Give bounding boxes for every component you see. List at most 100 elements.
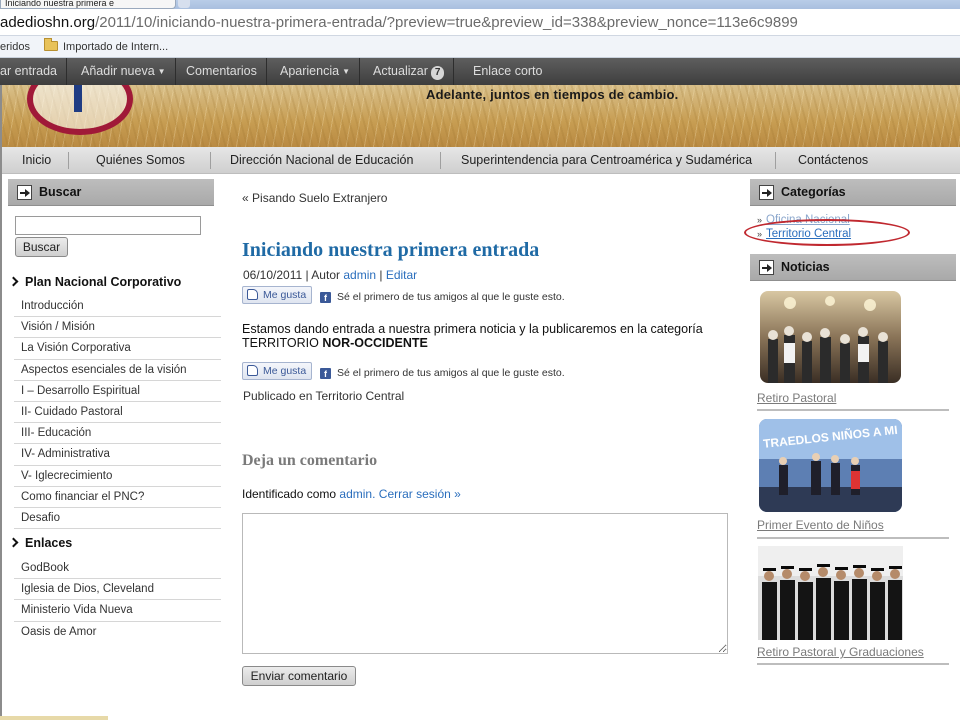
adminbar-anadir-nueva[interactable]: Añadir nueva ▼ <box>72 58 176 85</box>
browser-tab[interactable]: Iniciando nuestra primera e <box>0 0 176 9</box>
adminbar-item-label: Actualizar <box>373 64 428 78</box>
prev-post-nav: « Pisando Suelo Extranjero <box>242 191 387 205</box>
post-body-line-1: Estamos dando entrada a nuestra primera … <box>242 322 703 336</box>
plan-menu: Introducción Visión / Misión La Visión C… <box>14 296 221 530</box>
search-input[interactable] <box>15 216 201 235</box>
plan-item-vision-mision[interactable]: Visión / Misión <box>14 317 221 339</box>
comment-textarea[interactable] <box>242 513 728 654</box>
facebook-icon: f <box>320 292 331 303</box>
like-button-bottom[interactable]: Me gusta <box>242 362 312 380</box>
search-button[interactable]: Buscar <box>15 237 68 257</box>
like-button-label: Me gusta <box>263 289 307 301</box>
adminbar-item-label: Enlace corto <box>473 64 543 78</box>
like-text: Sé el primero de tus amigos al que le gu… <box>337 291 565 303</box>
bookmark-importado[interactable]: Importado de Intern... <box>44 36 168 58</box>
news-widget-title: Noticias <box>781 260 830 274</box>
main-nav: Inicio Quiénes Somos Dirección Nacional … <box>0 147 960 174</box>
adminbar-item-label: ar entrada <box>0 64 57 78</box>
graduation-photo-icon <box>758 546 903 640</box>
news-link-retiro-pastoral[interactable]: Retiro Pastoral <box>757 391 836 405</box>
news-image-evento-ninos[interactable]: TRAEDLOS NIÑOS A MI <box>759 419 902 512</box>
news-image-retiro-pastoral[interactable] <box>760 291 901 383</box>
plan-section-title: Plan Nacional Corporativo <box>8 275 182 289</box>
adminbar-enlace-corto[interactable]: Enlace corto <box>464 58 551 85</box>
post-date: 06/10/2011 <box>243 268 303 282</box>
link-godbook[interactable]: GodBook <box>14 558 221 580</box>
categories-widget-title: Categorías <box>781 185 846 199</box>
submit-comment-button[interactable]: Enviar comentario <box>242 666 356 686</box>
tab-title: Iniciando nuestra primera e <box>5 0 115 8</box>
arrow-right-icon <box>17 185 32 200</box>
nav-separator <box>210 152 211 169</box>
plan-item-iglecrecimiento[interactable]: V- Iglecrecimiento <box>14 466 221 487</box>
logout-link[interactable]: Cerrar sesión » <box>379 487 461 501</box>
post-author-prefix: | Autor <box>305 268 340 282</box>
prev-marker: « <box>242 191 249 205</box>
categories-widget-header: Categorías <box>750 179 956 206</box>
plan-item-vision-corporativa[interactable]: La Visión Corporativa <box>14 338 221 360</box>
nav-contactenos[interactable]: Contáctenos <box>788 147 878 174</box>
adminbar-item-label: Comentarios <box>186 64 257 78</box>
plan-item-introduccion[interactable]: Introducción <box>14 296 221 318</box>
plan-item-desarrollo-espiritual[interactable]: I – Desarrollo Espiritual <box>14 381 221 402</box>
arrow-right-icon <box>759 185 774 200</box>
new-tab-button[interactable] <box>178 0 190 8</box>
thumbs-up-icon <box>247 289 258 300</box>
adminbar-item-label: Añadir nueva <box>81 64 155 78</box>
links-section-label: Enlaces <box>25 536 73 550</box>
post-edit-link[interactable]: Editar <box>386 268 417 282</box>
nav-superintendencia[interactable]: Superintendencia para Centroamérica y Su… <box>451 147 762 174</box>
logged-user-link[interactable]: admin. <box>339 487 375 501</box>
nav-quienes-somos[interactable]: Quiénes Somos <box>86 147 195 174</box>
nav-direccion-educacion[interactable]: Dirección Nacional de Educación <box>220 147 423 174</box>
arrow-right-icon <box>759 260 774 275</box>
bookmark-importado-label: Importado de Intern... <box>63 41 169 53</box>
adminbar-comentarios[interactable]: Comentarios <box>177 58 267 85</box>
address-bar[interactable]: adedioshn.org/2011/10/iniciando-nuestra-… <box>0 9 960 36</box>
comment-section-title: Deja un comentario <box>242 452 378 469</box>
news-divider <box>757 537 949 539</box>
status-strip <box>0 716 108 720</box>
admin-bar: ar entrada Añadir nueva ▼ Comentarios Apa… <box>0 58 960 85</box>
adminbar-actualizar[interactable]: Actualizar 7 <box>364 58 455 85</box>
plan-item-administrativa[interactable]: IV- Administrativa <box>14 444 221 466</box>
nav-separator <box>440 152 441 169</box>
plan-section-label: Plan Nacional Corporativo <box>25 275 182 289</box>
post-meta: 06/10/2011 | Autor admin | Editar <box>243 268 418 282</box>
body-bold-territory: NOR-OCCIDENTE <box>322 336 428 350</box>
plan-item-aspectos[interactable]: Aspectos esenciales de la visión <box>14 360 221 381</box>
links-section-title: Enlaces <box>8 536 73 550</box>
nav-inicio[interactable]: Inicio <box>12 147 61 174</box>
adminbar-item-label: Apariencia <box>280 64 340 78</box>
caret-down-icon: ▼ <box>342 67 350 76</box>
folder-icon <box>44 38 58 51</box>
window-left-edge <box>0 85 2 720</box>
link-iglesia-cleveland[interactable]: Iglesia de Dios, Cleveland <box>14 579 221 601</box>
adminbar-apariencia[interactable]: Apariencia ▼ <box>271 58 360 85</box>
link-vida-nueva[interactable]: Ministerio Vida Nueva <box>14 600 221 622</box>
post-title: Iniciando nuestra primera entrada <box>242 239 540 261</box>
news-link-graduaciones[interactable]: Retiro Pastoral y Graduaciones <box>757 645 924 659</box>
bookmarks-bar: eridos Importado de Intern... <box>0 36 960 58</box>
like-social-text-top: f Sé el primero de tus amigos al que le g… <box>320 289 565 303</box>
like-button-top[interactable]: Me gusta <box>242 286 312 304</box>
news-image-graduaciones[interactable] <box>758 546 903 640</box>
red-highlight-ellipse <box>744 219 910 246</box>
plan-item-financiar[interactable]: Como financiar el PNC? <box>14 487 221 508</box>
search-widget-header: Buscar <box>8 179 214 206</box>
news-link-evento-ninos[interactable]: Primer Evento de Niños <box>757 518 884 532</box>
news-widget-header: Noticias <box>750 254 956 281</box>
prev-post-link[interactable]: Pisando Suelo Extranjero <box>252 191 387 205</box>
plan-item-desafio[interactable]: Desafio <box>14 508 221 530</box>
logged-in-info: Identificado como admin. Cerrar sesión » <box>242 487 461 501</box>
news-divider <box>757 663 949 665</box>
plan-item-educacion[interactable]: III- Educación <box>14 423 221 445</box>
plan-item-cuidado-pastoral[interactable]: II- Cuidado Pastoral <box>14 402 221 424</box>
bookmark-favoritos[interactable]: eridos <box>0 36 30 58</box>
logged-as-label: Identificado como <box>242 487 337 501</box>
adminbar-editar-entrada[interactable]: ar entrada <box>0 58 67 85</box>
post-category-info: Publicado en Territorio Central <box>243 389 405 403</box>
post-author-link[interactable]: admin <box>343 268 376 282</box>
header-banner: Adelante, juntos en tiempos de cambio. <box>0 85 960 147</box>
link-oasis-de-amor[interactable]: Oasis de Amor <box>14 622 221 643</box>
